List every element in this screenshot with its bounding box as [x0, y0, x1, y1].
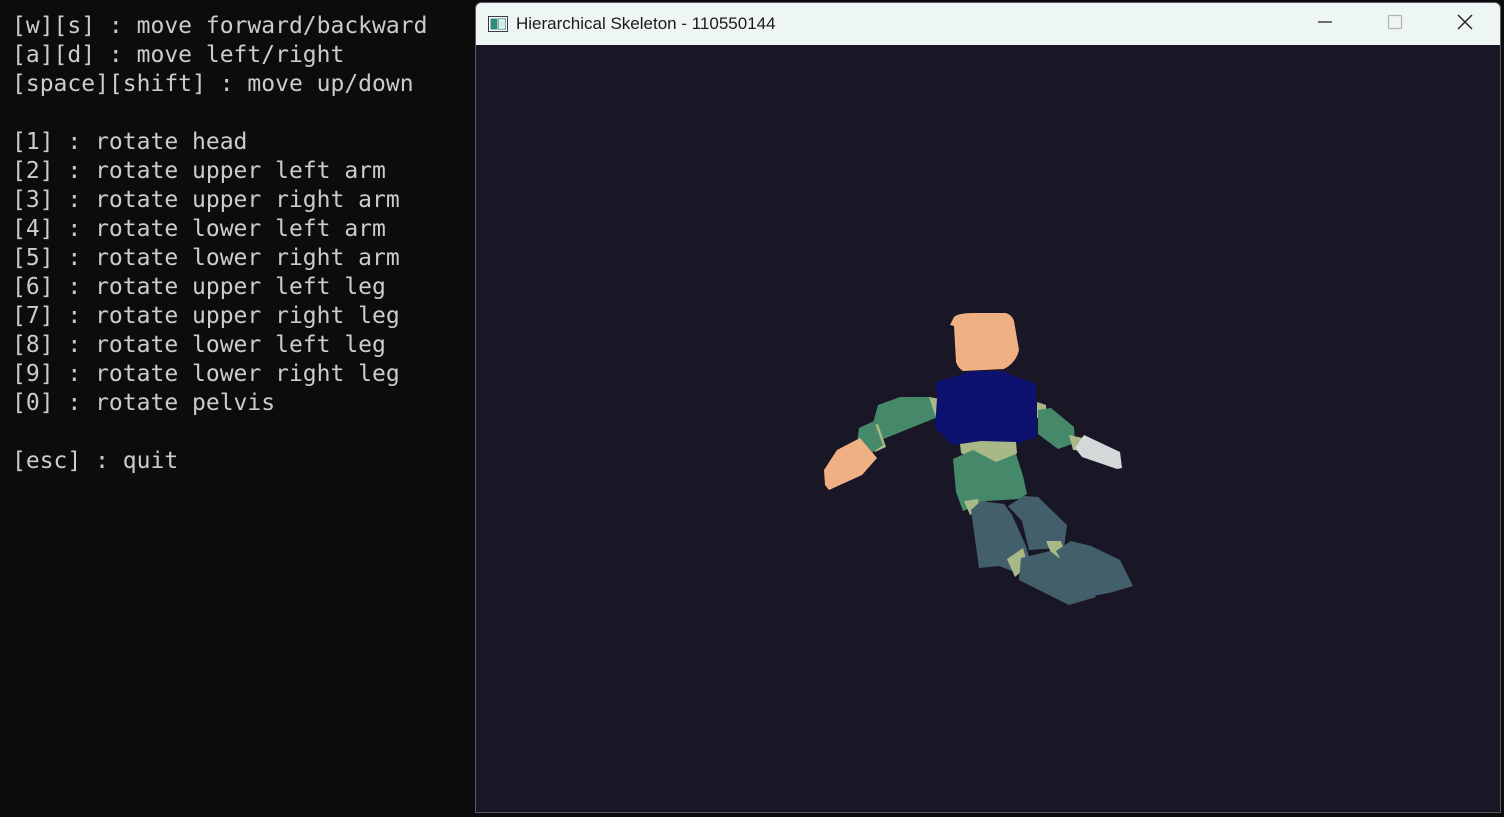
- maximize-icon: [1387, 14, 1403, 35]
- console-line-rotate-upper-right-arm: [3] : rotate upper right arm: [12, 187, 400, 213]
- console-line-rotate-upper-right-leg: [7] : rotate upper right leg: [12, 303, 400, 329]
- maximize-button[interactable]: [1360, 3, 1430, 45]
- console-line-rotate-upper-left-arm: [2] : rotate upper left arm: [12, 158, 386, 184]
- close-button[interactable]: [1430, 3, 1500, 45]
- console-line-move-up: [space][shift] : move up/down: [12, 71, 414, 97]
- skeleton-upper-right-arm: [1038, 408, 1075, 449]
- app-window-icon: [488, 16, 508, 32]
- window-title: Hierarchical Skeleton - 110550144: [516, 14, 776, 33]
- close-icon: [1456, 13, 1474, 36]
- console-line-rotate-pelvis: [0] : rotate pelvis: [12, 390, 276, 416]
- skeleton-right-hand: [1075, 435, 1122, 469]
- skeleton-torso: [935, 371, 1037, 445]
- skeleton-head: [950, 313, 1019, 371]
- skeleton-scene: [824, 313, 1133, 605]
- minimize-button[interactable]: [1290, 3, 1360, 45]
- console-line-rotate-upper-left-leg: [6] : rotate upper left leg: [12, 274, 386, 300]
- console-line-move-left: [a][d] : move left/right: [12, 42, 345, 68]
- console-line-rotate-lower-left-leg: [8] : rotate lower left leg: [12, 332, 386, 358]
- console-line-rotate-lower-right-leg: [9] : rotate lower right leg: [12, 361, 400, 387]
- console-line-rotate-head: [1] : rotate head: [12, 129, 248, 155]
- console-line-rotate-lower-left-arm: [4] : rotate lower left arm: [12, 216, 386, 242]
- console-line-move-forward: [w][s] : move forward/backward: [12, 13, 428, 39]
- render-viewport[interactable]: [476, 45, 1500, 812]
- title-bar[interactable]: Hierarchical Skeleton - 110550144: [476, 3, 1500, 45]
- console-line-quit: [esc] : quit: [12, 448, 179, 474]
- skeleton-app-window[interactable]: Hierarchical Skeleton - 110550144: [475, 2, 1501, 813]
- minimize-icon: [1317, 14, 1333, 35]
- skeleton-upper-left-arm: [872, 397, 938, 440]
- console-line-rotate-lower-right-arm: [5] : rotate lower right arm: [12, 245, 400, 271]
- console-window: [w][s] : move forward/backward [a][d] : …: [0, 0, 474, 817]
